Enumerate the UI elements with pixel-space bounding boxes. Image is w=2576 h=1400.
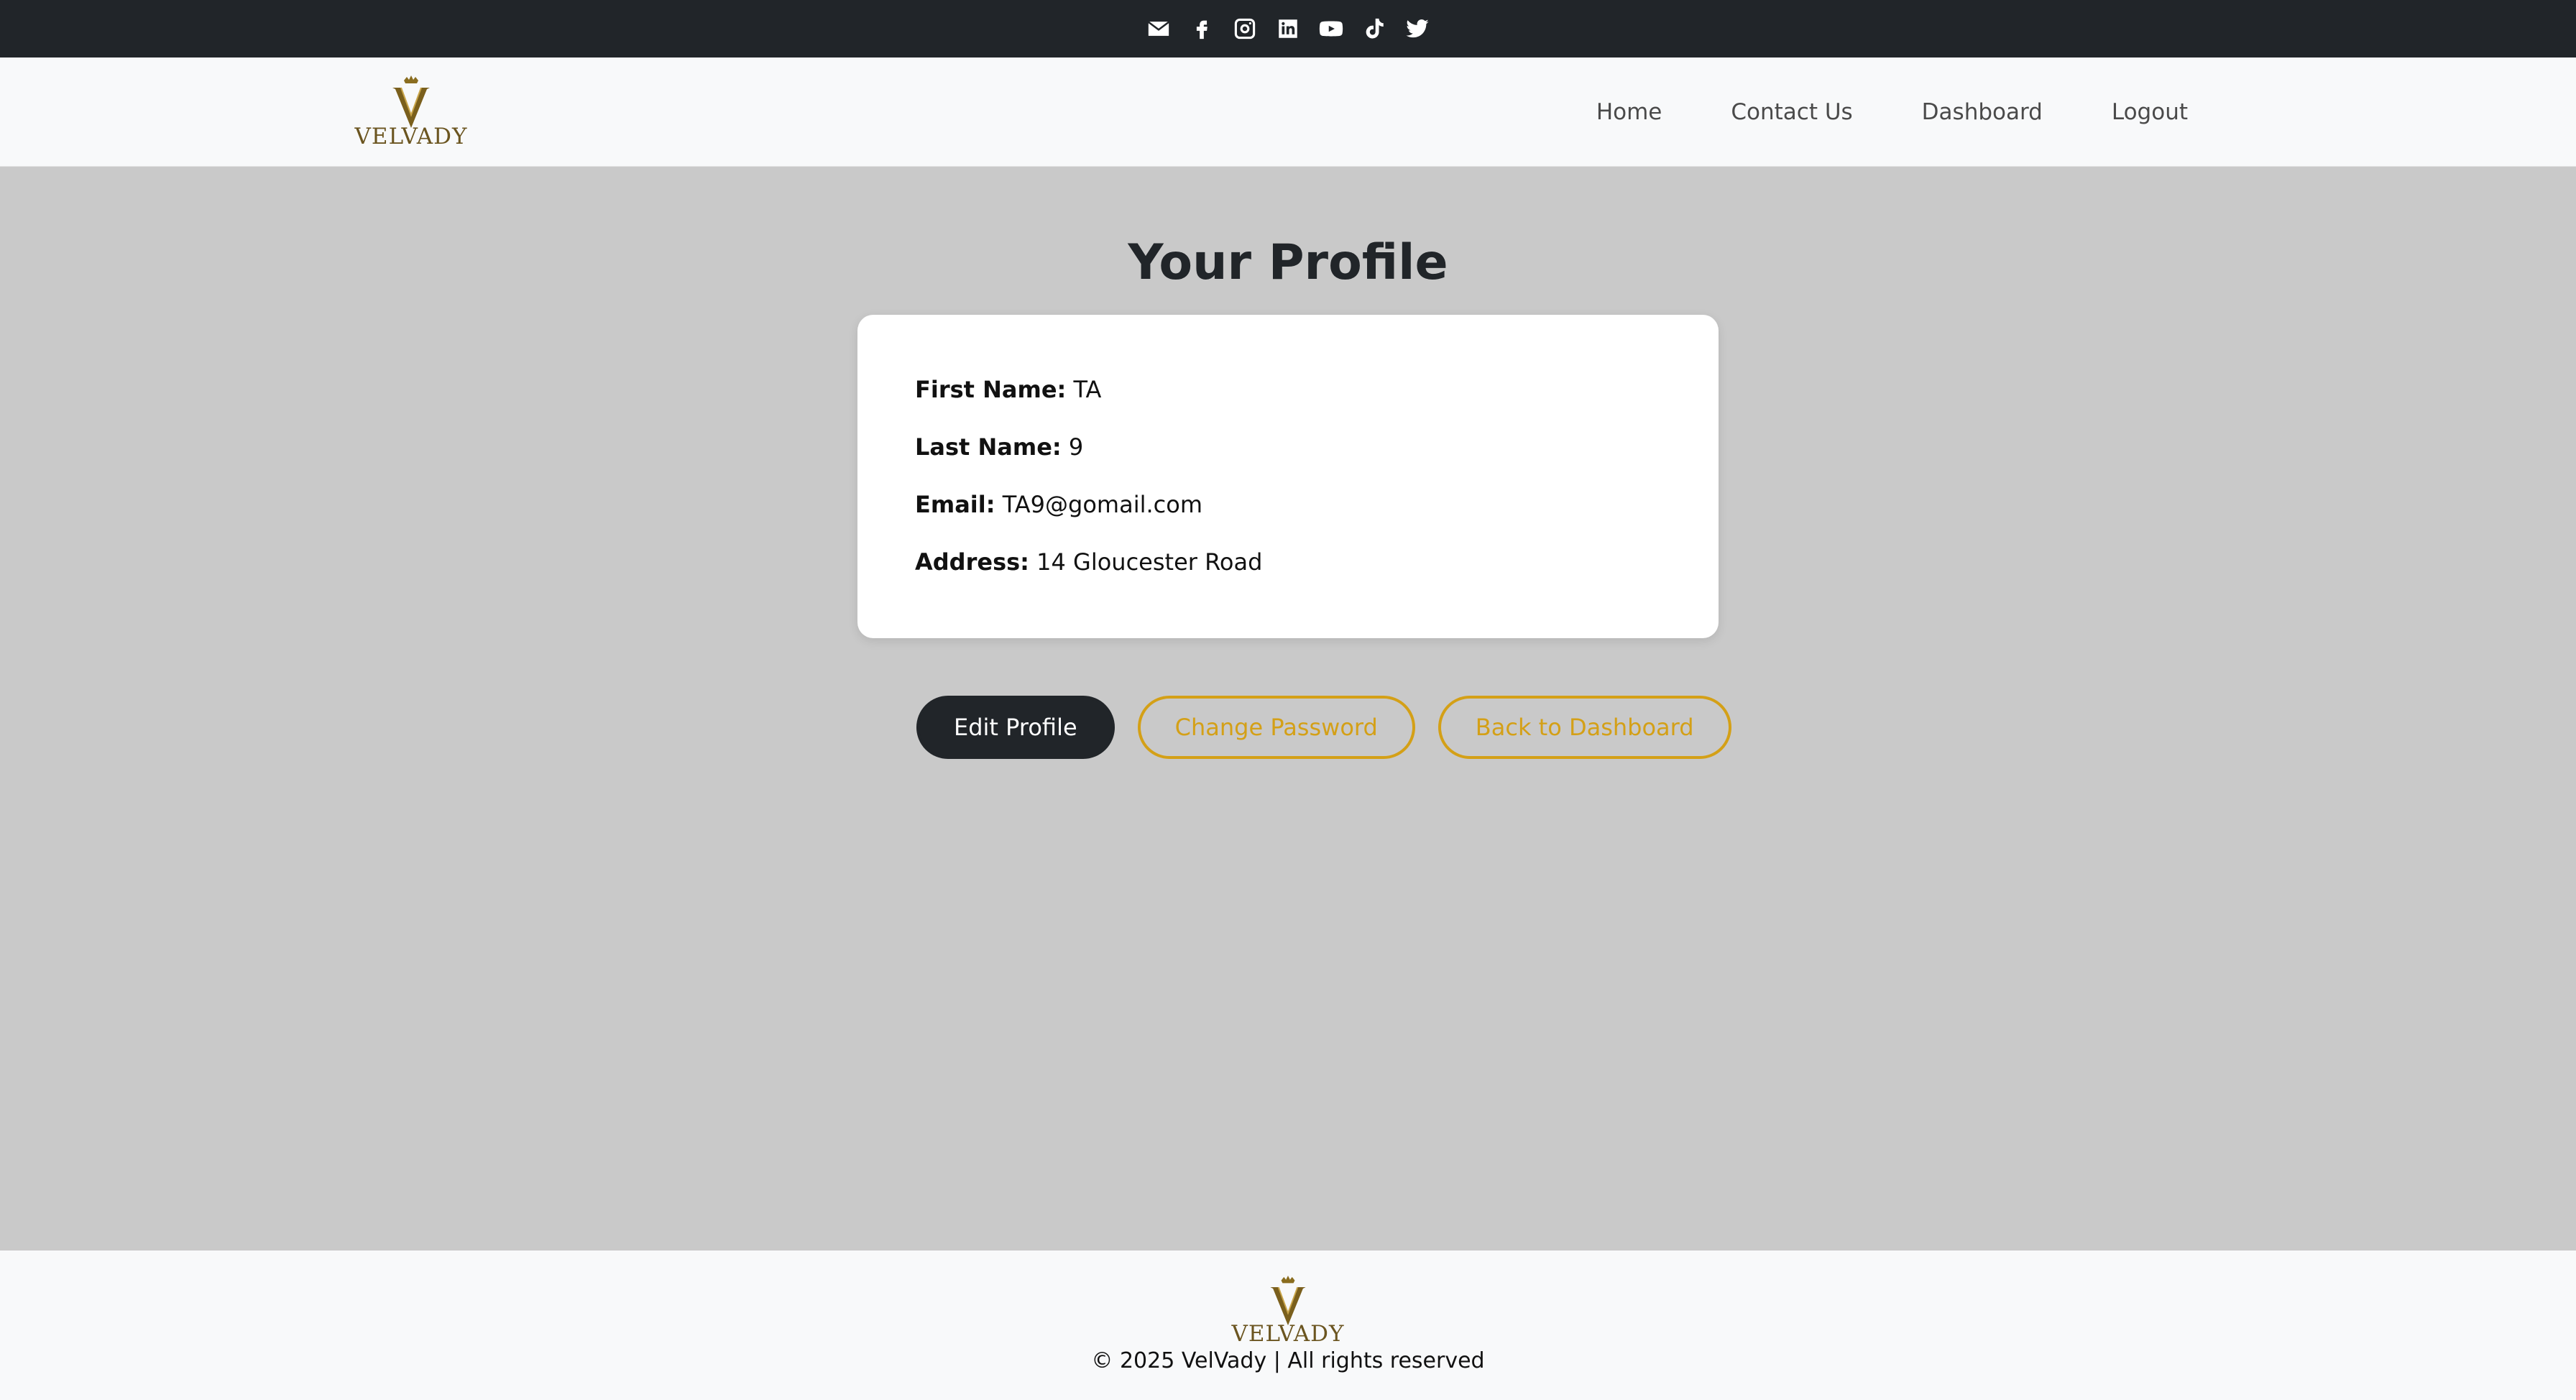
address-row: Address: 14 Gloucester Road [915,545,1661,602]
first-name-value: TA [1073,376,1102,403]
nav-contact-us[interactable]: Contact Us [1696,99,1887,125]
edit-profile-button[interactable]: Edit Profile [916,696,1115,759]
linkedin-icon[interactable] [1274,15,1302,42]
last-name-row: Last Name: 9 [915,430,1661,487]
tiktok-icon[interactable] [1361,15,1388,42]
footer: VELVADY © 2025 VelVady | All rights rese… [0,1251,2576,1400]
email-label: Email: [915,491,995,518]
nav-links: Home Contact Us Dashboard Logout [1562,57,2188,167]
instagram-icon[interactable] [1231,15,1259,42]
profile-actions: Edit Profile Change Password Back to Das… [916,696,1731,759]
footer-copyright: © 2025 VelVady | All rights reserved [1091,1348,1485,1373]
last-name-label: Last Name: [915,433,1062,461]
brand-logo[interactable]: VELVADY [355,75,467,149]
first-name-label: First Name: [915,376,1067,403]
velvady-logo-mark [392,75,430,128]
footer-brand-name: VELVADY [1231,1321,1345,1347]
last-name-value: 9 [1068,433,1084,461]
envelope-icon[interactable] [1145,15,1172,42]
youtube-icon[interactable] [1317,15,1345,42]
profile-card: First Name: TA Last Name: 9 Email: TA9@g… [857,315,1719,638]
social-bar [0,0,2576,57]
nav-logout[interactable]: Logout [2077,99,2188,125]
nav-home[interactable]: Home [1562,99,1697,125]
change-password-button[interactable]: Change Password [1137,696,1415,759]
email-value: TA9@gomail.com [1002,491,1202,518]
address-label: Address: [915,548,1029,576]
address-value: 14 Gloucester Road [1036,548,1263,576]
page-title: Your Profile [1128,234,1448,291]
nav-dashboard[interactable]: Dashboard [1887,99,2077,125]
twitter-icon[interactable] [1404,15,1431,42]
navbar: VELVADY Home Contact Us Dashboard Logout [0,57,2576,167]
facebook-icon[interactable] [1188,15,1215,42]
velvady-logo-mark [1270,1275,1306,1326]
first-name-row: First Name: TA [915,372,1661,430]
email-row: Email: TA9@gomail.com [915,487,1661,545]
footer-logo: VELVADY [1232,1275,1345,1345]
brand-name: VELVADY [354,124,468,149]
back-to-dashboard-button[interactable]: Back to Dashboard [1438,696,1731,759]
